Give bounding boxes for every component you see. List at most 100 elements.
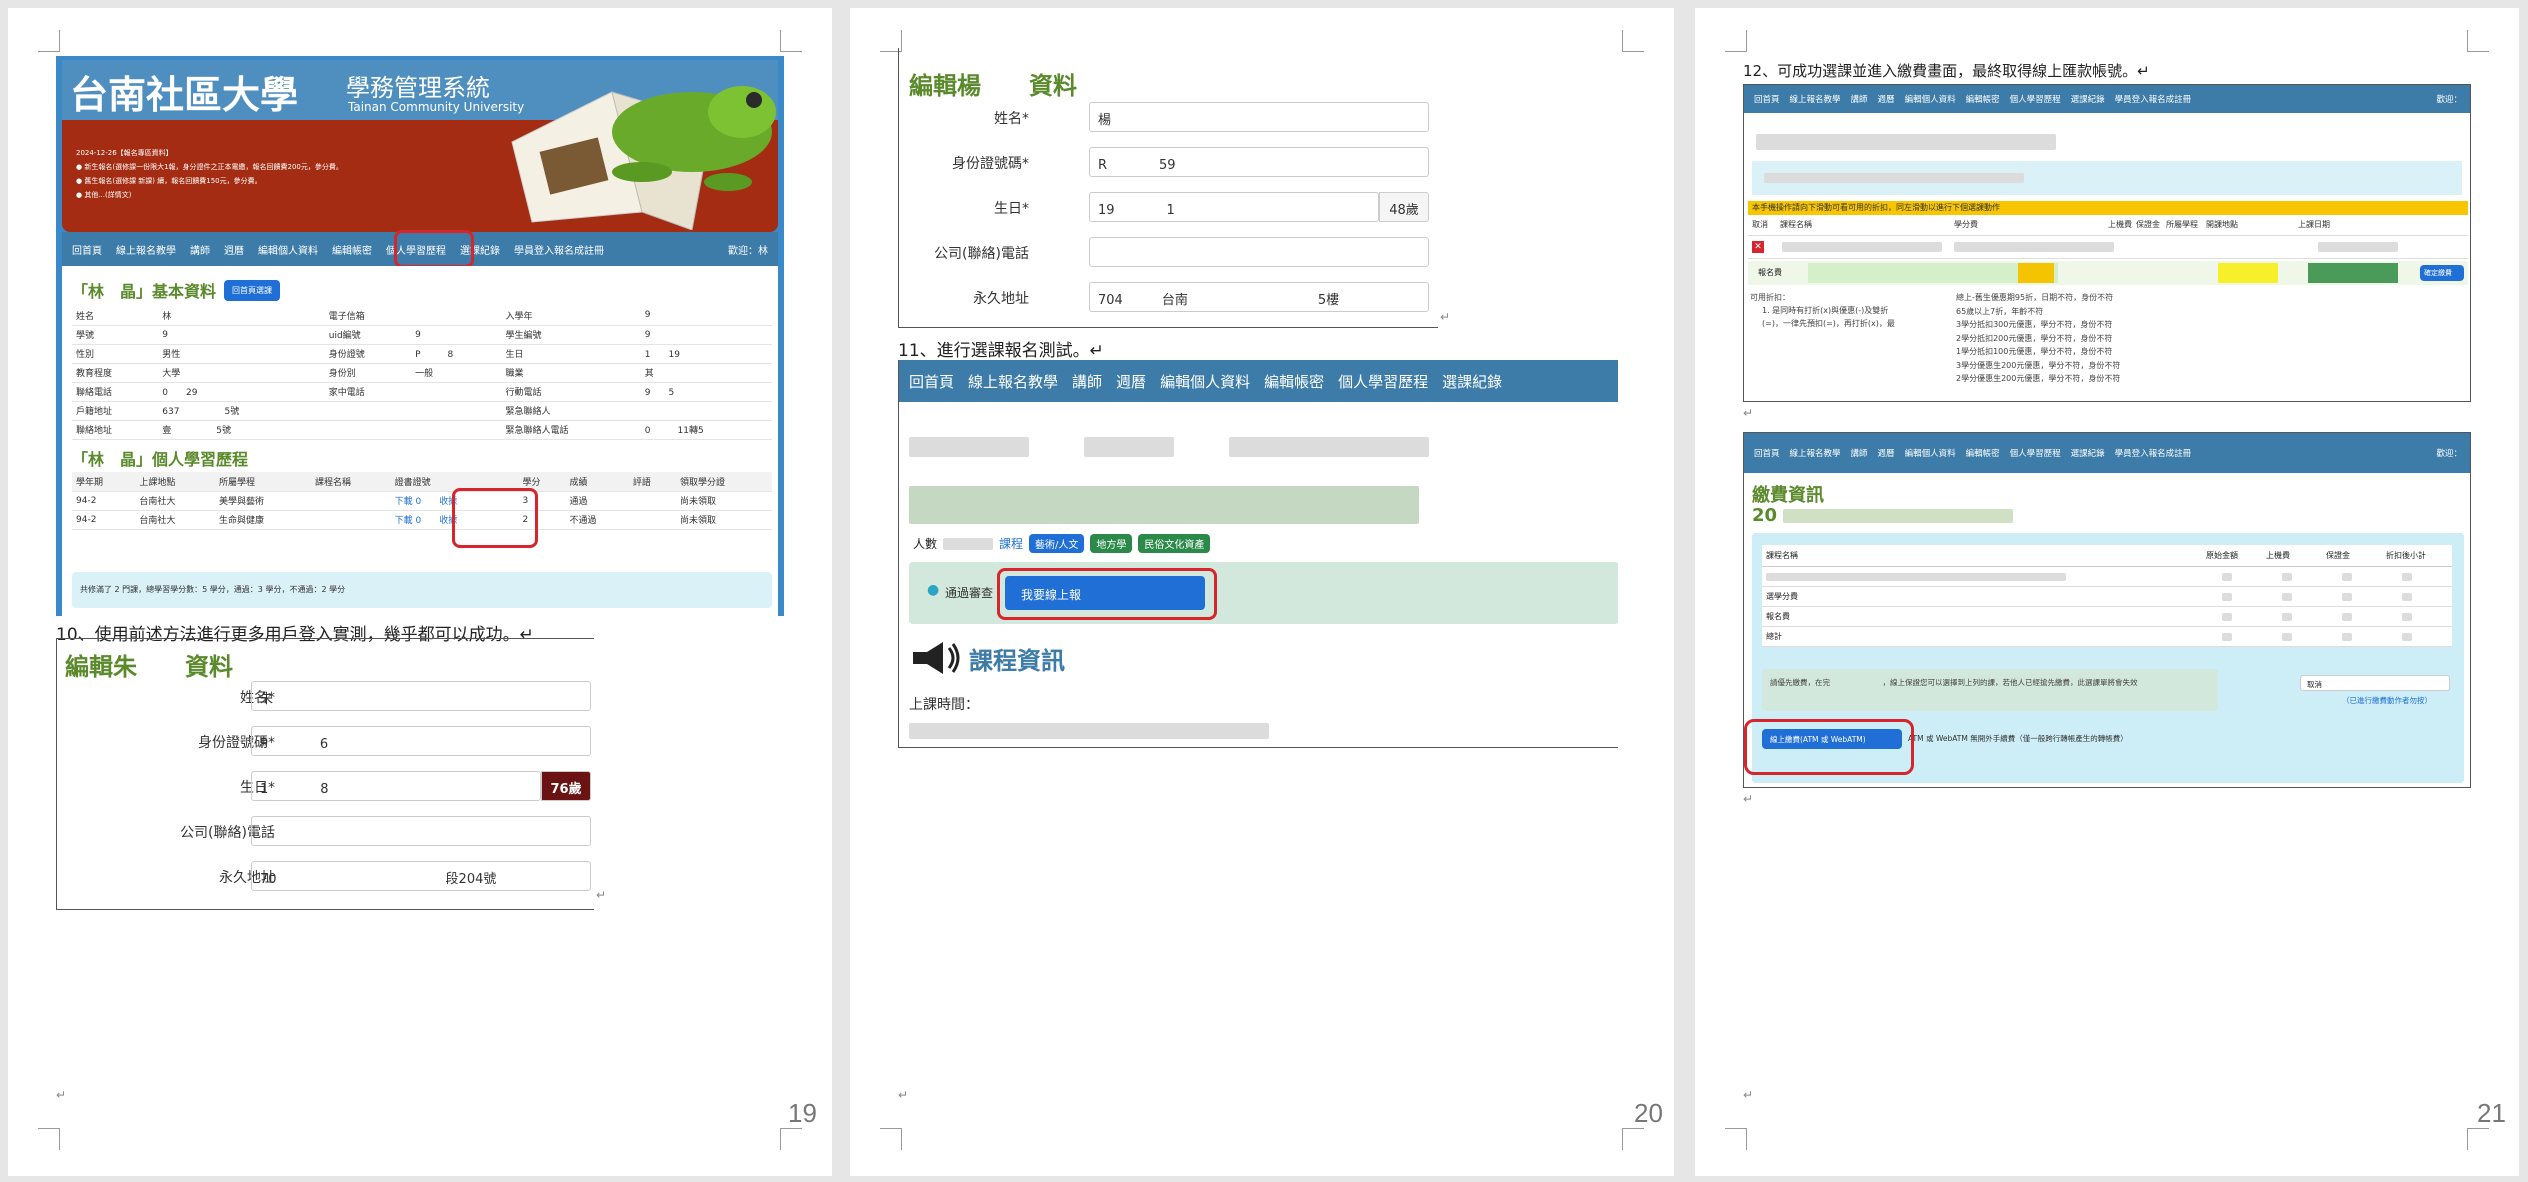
registration-fee-label: 報名費	[1758, 268, 1782, 277]
nav-edit-profile[interactable]: 編輯個人資料	[258, 242, 318, 257]
basic-info-cell: 9	[158, 325, 325, 345]
back-to-course-button[interactable]: 回首頁選課	[224, 279, 281, 301]
form-row: 姓名* 朱	[57, 679, 595, 713]
nav-course-records[interactable]: 選課紀錄	[2071, 93, 2105, 105]
nav-teachers[interactable]: 講師	[190, 242, 210, 257]
nav-learning-history[interactable]: 個人學習歷程	[2010, 447, 2061, 459]
summary-text: 共修滿了 2 門課，總學習學分數：5 學分，通過：3 學分，不通過：2 學分	[80, 585, 346, 594]
form-input[interactable]: 1 8	[251, 771, 541, 801]
payment-row	[1762, 567, 2452, 587]
nav-calendar[interactable]: 週曆	[1878, 447, 1895, 459]
nav-home[interactable]: 回首頁	[72, 242, 102, 257]
basic-info-row: 姓名林電子信箱 入學年 9	[72, 306, 772, 326]
form-input[interactable]: 朱	[251, 681, 591, 711]
nav-learning-history[interactable]: 個人學習歷程	[2010, 93, 2061, 105]
nav-home[interactable]: 回首頁	[1754, 93, 1780, 105]
nav-home[interactable]: 回首頁	[1754, 447, 1780, 459]
form-input[interactable]	[251, 816, 591, 846]
form-row: 生日* 19 1 48歲	[899, 190, 1439, 224]
history-title: 「林 晶」個人學習歷程	[72, 450, 249, 469]
basic-info-cell: 緊急聯絡人	[501, 401, 641, 421]
nav-learning-history[interactable]: 個人學習歷程	[1338, 371, 1428, 392]
basic-info-cell: 一般	[411, 363, 502, 383]
nav-teachers[interactable]: 講師	[1851, 447, 1868, 459]
nav-user-menu[interactable]: 歡迎：林	[728, 242, 768, 257]
discount-list: 總上-舊生優惠期95折，日期不符，身份不符 65歲以上7折，年齡不符 3學分抵扣30…	[1956, 291, 2120, 386]
document-page-19: 台南社區大學 學務管理系統 Tainan Community Universit…	[8, 8, 832, 1176]
form-input[interactable]: R 59	[1089, 147, 1429, 177]
nav-user-menu[interactable]: 歡迎：	[2436, 447, 2462, 459]
history-cell	[628, 510, 676, 530]
form-input[interactable]: 楊	[1089, 102, 1429, 132]
nav-home[interactable]: 回首頁	[909, 371, 954, 392]
warning-banner: 本手機操作請向下滑動可看可用的折扣，同左滑動以進行下個選課動作	[1748, 201, 2468, 215]
tag-arts: 藝術/人文	[1029, 534, 1085, 553]
nav-course-records[interactable]: 選課紀錄	[1442, 371, 1502, 392]
course-filter-row	[909, 436, 1430, 457]
form-row: 公司(聯絡)電話	[899, 235, 1439, 269]
form-row: 生日* 1 8 76歲	[57, 769, 595, 803]
basic-info-row: 性別 男性 身份證號 P 8 生日 1 19	[72, 344, 772, 364]
course-tags-label: 課程	[999, 537, 1024, 551]
basic-info-cell: 林	[158, 306, 325, 326]
nav-enroll-registration[interactable]: 學員登入報名成註冊	[2115, 447, 2192, 459]
page-number: 20	[1634, 1098, 1663, 1128]
cancel-note: （已進行繳費動作者勿按）	[2342, 696, 2432, 705]
nav-edit-profile[interactable]: 編輯個人資料	[1905, 447, 1956, 459]
nav-calendar[interactable]: 週曆	[224, 242, 244, 257]
nav-calendar[interactable]: 週曆	[1878, 93, 1895, 105]
form-input[interactable]: P 6	[251, 726, 591, 756]
form-input[interactable]: 704 台南 5樓	[1089, 282, 1429, 312]
discount-item: 總上-舊生優惠期95折，日期不符，身份不符	[1956, 293, 2114, 302]
nav-edit-account[interactable]: 編輯帳密	[1264, 371, 1324, 392]
nav-enroll-registration[interactable]: 學員登入報名成註冊	[2115, 93, 2192, 105]
form-input[interactable]: 19 1	[1089, 192, 1379, 222]
cart-header-cell: 上機費	[2108, 220, 2132, 229]
form-input[interactable]	[1089, 237, 1429, 267]
form-label: 公司(聯絡)電話	[934, 246, 1029, 262]
nav-user-menu[interactable]: 歡迎：	[2436, 93, 2462, 105]
edit-form-screenshot: 編輯楊 資料 姓名* 楊身份證號碼* R 59 生日* 19 1 48歲 公司(聯絡)電話永…	[898, 48, 1438, 328]
basic-info-cell: 0 29	[158, 382, 325, 402]
basic-info-cell: 其	[640, 363, 772, 383]
nav-edit-account[interactable]: 編輯帳密	[1966, 93, 2000, 105]
confirm-payment-button[interactable]: 確定繳費	[2420, 265, 2464, 281]
nav-edit-profile[interactable]: 編輯個人資料	[1905, 93, 1956, 105]
nav-online-tutorial[interactable]: 線上報名教學	[1790, 93, 1841, 105]
nav-online-tutorial[interactable]: 線上報名教學	[1790, 447, 1841, 459]
basic-info-cell: 壹 5號	[158, 420, 325, 440]
form-label: 身份證號碼*	[952, 156, 1029, 172]
discount-text: 1. 是同時有打折(x)與優惠(-)及雙折	[1762, 306, 1889, 315]
discount-item: 3學分抵扣300元優惠，學分不符，身份不符	[1956, 320, 2113, 329]
discount-section: 可用折扣： 1. 是同時有打折(x)與優惠(-)及雙折 (=)，一律先預扣(=)…	[1750, 291, 1895, 330]
history-cell	[311, 491, 391, 511]
cancel-enroll-button[interactable]: 取消	[2300, 675, 2450, 691]
form-label: 永久地址	[973, 291, 1029, 307]
nav-enroll-registration[interactable]: 學員登入報名成註冊	[514, 242, 604, 257]
basic-info-title: 「林 晶」基本資料	[72, 282, 217, 301]
nav-calendar[interactable]: 週曆	[1116, 371, 1146, 392]
payment-info-screenshot: 回首頁 線上報名教學 講師 週曆 編輯個人資料 編輯帳密 個人學習歷程 選課紀錄…	[1743, 432, 2471, 788]
remove-course-icon[interactable]: ✕	[1752, 241, 1764, 253]
notice-line: ● 新生報名(選修課一份限大1報，身分證件之正本電繳，報名回饋費200元，參分費…	[76, 163, 343, 171]
age-badge: 48歲	[1379, 192, 1429, 222]
nav-edit-profile[interactable]: 編輯個人資料	[1160, 371, 1250, 392]
nav-edit-account[interactable]: 編輯帳密	[332, 242, 372, 257]
nav-teachers[interactable]: 講師	[1072, 371, 1102, 392]
nav-teachers[interactable]: 講師	[1851, 93, 1868, 105]
nav-online-tutorial[interactable]: 線上報名教學	[968, 371, 1058, 392]
basic-info-cell: 9 5	[640, 382, 772, 402]
nav-edit-account[interactable]: 編輯帳密	[1966, 447, 2000, 459]
basic-info-cell: 637 5號	[158, 401, 325, 421]
form-input[interactable]: 70 段204號	[251, 861, 591, 891]
basic-info-cell: 生日	[501, 344, 641, 364]
payment-subtitle: 20	[1752, 505, 2014, 526]
cart-header-cell: 課程名稱	[1780, 220, 1812, 229]
basic-info-cell: 緊急聯絡人電話	[501, 420, 641, 440]
confirm-payment-label: 確定繳費	[2424, 269, 2452, 277]
nav-course-records[interactable]: 選課紀錄	[2071, 447, 2105, 459]
student-info-screenshot: 台南社區大學 學務管理系統 Tainan Community Universit…	[56, 56, 784, 616]
cancel-enroll-label: 取消	[2307, 680, 2322, 689]
nav-online-tutorial[interactable]: 線上報名教學	[116, 242, 176, 257]
form-row: 公司(聯絡)電話	[57, 814, 595, 848]
